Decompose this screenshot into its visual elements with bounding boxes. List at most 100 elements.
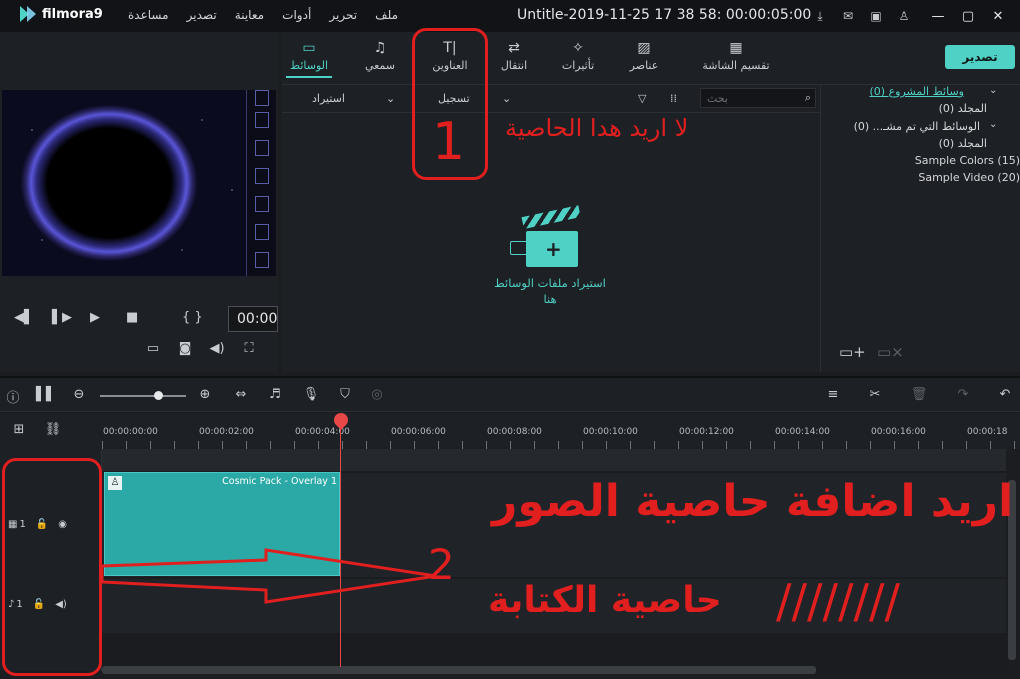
text-icon: T| — [443, 40, 457, 56]
speaker-icon[interactable]: ◀) — [55, 599, 67, 610]
import-dropdown-chevron-icon[interactable]: ⌄ — [386, 92, 395, 105]
track-headers: ▦ 1 🔓 ◉ ♪ 1 🔓 ◀) — [0, 449, 102, 671]
folder-icon: ▭ — [302, 40, 316, 56]
split-screen-icon: ▦ — [729, 40, 743, 56]
library-folder[interactable]: المجلد (0) — [939, 102, 987, 115]
record-dropdown-chevron-icon[interactable]: ⌄ — [502, 92, 511, 105]
app-logo: filmora9 — [20, 6, 103, 22]
mail-icon[interactable]: ✉ — [840, 8, 856, 24]
video-track-number: 1 — [19, 519, 26, 530]
library-panel: ⌄ وسائط المشروع (0) المجلد (0) ⌄ الوسائط… — [820, 84, 1020, 372]
library-project-media[interactable]: وسائط المشروع (0) — [870, 85, 965, 98]
lock-icon[interactable]: 🔓 — [33, 599, 45, 610]
audio-mixer-icon[interactable]: ♬ — [266, 387, 284, 402]
menu-view[interactable]: معاينة — [235, 8, 264, 22]
tab-effects[interactable]: ✧ تأثيرات — [558, 40, 598, 72]
library-sample-colors[interactable]: Sample Colors (15) — [915, 154, 1020, 167]
image-icon: ▨ — [637, 40, 651, 56]
camera-icon[interactable]: ◙ — [176, 341, 194, 356]
tab-split-screen[interactable]: ▦ تقسيم الشاشة — [694, 40, 778, 72]
stop-icon[interactable]: ■ — [126, 310, 138, 325]
library-folder[interactable]: المجلد (0) — [939, 137, 987, 150]
timeline-ruler[interactable]: ⊞ ⛓ 00:00:00:00 00:00:02:00 00:00:04:00 … — [0, 413, 1020, 449]
tab-transitions[interactable]: ⇄ انتقال — [494, 40, 534, 72]
record-dropdown[interactable]: تسجيل — [438, 92, 470, 105]
tab-titles[interactable]: T| العناوين — [426, 40, 474, 72]
title-icons: ⤓ ✉ ▣ ♙ — [812, 8, 912, 24]
library-shared-media[interactable]: الوسائط التي تم مشـ... (0) — [854, 120, 980, 133]
search-icon[interactable]: ⌕ — [805, 91, 811, 105]
clapper-top — [521, 205, 581, 229]
preview-panel: ◀▌ ▌▶ ▶ ■ { } 00:00 ▭ ◙ ◀) ⛶ — [0, 32, 278, 372]
volume-icon[interactable]: ◀) — [208, 341, 226, 356]
film-icon: ▦ — [8, 519, 18, 530]
redo-icon[interactable]: ↷ — [954, 387, 972, 402]
audio-lane[interactable] — [102, 579, 1006, 633]
lock-icon[interactable]: 🔓 — [36, 519, 48, 530]
save-icon[interactable]: ▣ — [868, 8, 884, 24]
stars — [2, 90, 276, 276]
split-view-icon[interactable]: ▌▌ — [36, 387, 56, 402]
download-icon[interactable]: ⤓ — [812, 8, 828, 24]
playhead-line[interactable] — [340, 424, 341, 667]
prev-frame-icon[interactable]: ◀▌ — [14, 310, 34, 325]
user-icon[interactable]: ♙ — [896, 8, 912, 24]
link-icon[interactable]: ⛓ — [44, 422, 62, 437]
preview-video[interactable] — [2, 90, 276, 276]
play-icon[interactable]: ▶ — [90, 310, 100, 325]
chevron-down-icon[interactable]: ⌄ — [989, 119, 997, 130]
maximize-icon[interactable]: ▢ — [960, 8, 976, 24]
close-icon[interactable]: ✕ — [990, 8, 1006, 24]
chevron-down-icon[interactable]: ⌄ — [989, 85, 997, 96]
menu-bar: ملف تحرير أدوات معاينة تصدير مساعدة — [128, 8, 398, 22]
minimize-icon[interactable]: — — [930, 8, 946, 24]
marker-icon[interactable]: ⛉ — [336, 387, 354, 402]
zoom-slider-handle[interactable] — [154, 391, 163, 400]
tab-media[interactable]: ▭ الوسائط — [286, 40, 332, 78]
ruler-label: 00:00:10:00 — [583, 427, 638, 437]
cut-icon[interactable]: ✂ — [866, 387, 884, 402]
eye-icon[interactable]: ◉ — [58, 519, 67, 530]
menu-edit[interactable]: تحرير — [329, 8, 357, 22]
tab-label: العناوين — [432, 59, 468, 72]
zoom-out-icon[interactable]: ⊖ — [70, 387, 88, 402]
tab-elements[interactable]: ▨ عناصر — [626, 40, 662, 72]
import-media-prompt[interactable]: استيراد ملفات الوسائط هنا — [470, 275, 630, 307]
horizontal-scrollbar[interactable] — [102, 666, 816, 674]
filter-icon[interactable]: ▽ — [638, 92, 646, 105]
grid-view-icon[interactable]: ⁞⁞ — [670, 92, 677, 105]
import-dropdown[interactable]: استيراد — [312, 92, 345, 105]
menu-tools[interactable]: أدوات — [282, 8, 311, 22]
zoom-in-icon[interactable]: ⊕ — [196, 387, 214, 402]
zoom-slider-track[interactable] — [100, 395, 186, 397]
new-folder-icon[interactable]: ▭+ — [839, 343, 866, 361]
adjust-icon[interactable]: ≡ — [824, 387, 842, 402]
undo-icon[interactable]: ↶ — [996, 387, 1014, 402]
export-button[interactable]: تصدير — [945, 45, 1015, 69]
figure-icon: ♙ — [108, 476, 122, 490]
menu-file[interactable]: ملف — [375, 8, 398, 22]
tab-audio[interactable]: ♫ سمعي — [358, 40, 402, 72]
clapperboard-icon[interactable]: + — [504, 203, 584, 269]
menu-export[interactable]: تصدير — [187, 8, 217, 22]
delete-folder-icon[interactable]: ▭× — [877, 343, 904, 361]
ruler-label: 00:00:14:00 — [775, 427, 830, 437]
tab-label: عناصر — [629, 59, 659, 72]
menu-help[interactable]: مساعدة — [128, 8, 169, 22]
fullscreen-icon[interactable]: ⛶ — [240, 341, 258, 356]
snapshot-settings-icon[interactable]: ▭ — [144, 341, 162, 356]
library-sample-video[interactable]: Sample Video (20) — [918, 171, 1020, 184]
microphone-icon[interactable]: 🎙 — [302, 387, 320, 402]
mark-in-out-icon[interactable]: { } — [182, 310, 203, 325]
step-icon[interactable]: ▌▶ — [52, 310, 72, 325]
timecode-display[interactable]: 00:00 — [228, 306, 278, 332]
render-icon[interactable]: ◎ — [368, 387, 386, 402]
search-input[interactable]: بحث — [707, 92, 728, 105]
video-clip[interactable]: ♙ Cosmic Pack - Overlay 1 — [104, 472, 340, 576]
add-track-icon[interactable]: ⊞ — [10, 422, 28, 437]
search-box[interactable]: بحث ⌕ — [700, 88, 816, 108]
help-icon[interactable]: ⓘ — [4, 387, 22, 406]
vertical-scrollbar[interactable] — [1008, 480, 1016, 660]
fit-timeline-icon[interactable]: ⇔ — [232, 387, 250, 402]
delete-icon[interactable]: 🗑 — [910, 387, 928, 402]
